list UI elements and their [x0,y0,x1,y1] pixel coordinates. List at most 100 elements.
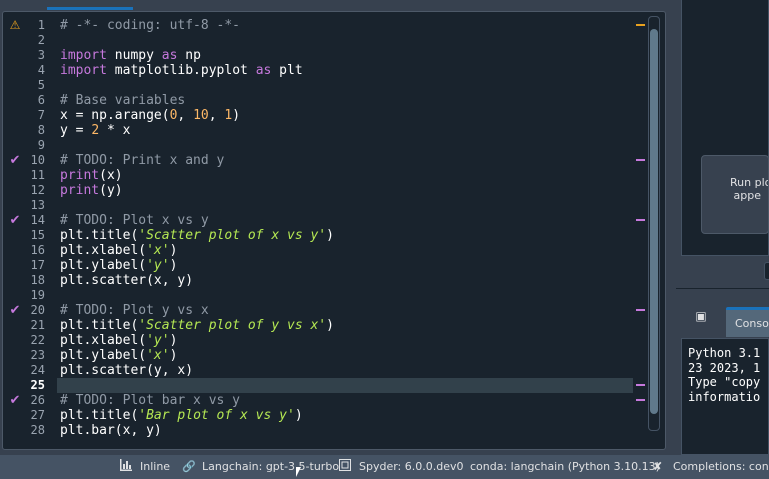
status-langchain[interactable]: Langchain: gpt-3.5-turbo [202,455,339,479]
scrollbar-flag-todo[interactable] [636,159,645,161]
code-token: 'Scatter plot of x vs y' [138,228,327,243]
line-number: 25 [30,378,45,392]
code-token: ) [326,228,334,243]
code-token: as [255,63,272,78]
line-number: 27 [30,408,45,422]
code-line[interactable]: print(y) [60,183,123,198]
code-token: 'Bar plot of x vs y' [138,408,295,423]
code-token: ) [169,333,178,348]
line-number: 18 [30,273,45,287]
todo-check-icon[interactable]: ✔ [8,393,22,408]
scrollbar-flag-warning[interactable] [636,24,645,26]
code-token: 'x' [146,348,170,363]
code-line[interactable]: plt.title('Scatter plot of x vs y') [60,228,334,243]
line-number: 23 [30,348,45,362]
console-output: Python 3.1 23 2023, 1 Type "copy informa… [688,346,761,404]
code-line[interactable]: plt.xlabel('x') [60,243,177,258]
line-number: 11 [30,168,45,182]
code-line[interactable]: # -*- coding: utf-8 -*- [60,18,240,33]
line-number: 28 [30,423,45,437]
code-token: x = np.arange( [60,108,170,123]
plots-empty-message: Run plot appe [701,155,769,234]
code-token: plt.title( [60,228,139,243]
code-token: ) [169,258,178,273]
code-token: import [60,48,107,63]
code-line[interactable]: import matplotlib.pyplot as plt [60,63,303,78]
code-line[interactable]: # TODO: Plot x vs y [60,213,209,228]
code-token: import [60,63,107,78]
code-line[interactable]: import numpy as np [60,48,201,63]
code-token: plt.bar(x, y) [60,423,162,438]
code-token: , [208,108,225,123]
code-line[interactable]: print(x) [60,168,123,183]
scrollbar-flag-current[interactable] [636,384,645,386]
code-line[interactable]: plt.scatter(y, x) [60,363,193,378]
browse-tabs-icon[interactable]: ▣ [693,309,709,323]
code-token: (x) [99,168,123,183]
code-token: plt.scatter(y, x) [60,363,194,378]
code-line[interactable]: x = np.arange(0, 10, 1) [60,108,240,123]
code-token: 10 [193,108,209,123]
code-token: np [177,48,201,63]
editor-tab-indicator[interactable] [47,7,133,10]
completions-icon: ✘ [653,460,663,473]
code-token: plt.xlabel( [60,243,147,258]
code-line[interactable]: plt.xlabel('y') [60,333,177,348]
status-inline[interactable]: Inline [140,455,170,479]
tab-console[interactable]: Console [726,307,769,337]
mouse-cursor-icon [296,467,304,477]
code-token: ) [294,408,303,423]
status-spyder-version[interactable]: Spyder: 6.0.0.dev0 [359,455,464,479]
scrollbar-flag-todo[interactable] [636,399,645,401]
code-token: plt.title( [60,318,139,333]
code-line[interactable]: plt.bar(x, y) [60,423,162,438]
code-line[interactable]: plt.ylabel('x') [60,348,177,363]
code-token: numpy [106,48,162,63]
code-token: , [177,108,194,123]
code-line[interactable]: plt.title('Bar plot of x vs y') [60,408,303,423]
spyder-icon [339,455,351,479]
code-token: plt.title( [60,408,139,423]
current-line-highlight [57,378,633,393]
status-conda-env[interactable]: conda: langchain (Python 3.10.13) [470,455,660,479]
todo-check-icon[interactable]: ✔ [8,303,22,318]
code-token: ) [169,243,178,258]
line-number: 3 [37,48,45,62]
code-token: 'y' [146,258,170,273]
code-token: * x [99,123,131,138]
code-token: 'y' [146,333,170,348]
line-number: 5 [37,78,45,92]
code-line[interactable]: # TODO: Print x and y [60,153,224,168]
line-number: 17 [30,258,45,272]
todo-check-icon[interactable]: ✔ [8,153,22,168]
code-token: # TODO: Plot x vs y [60,213,209,228]
bar-chart-icon [120,455,132,479]
code-line[interactable]: # TODO: Plot y vs x [60,303,209,318]
code-token: ) [169,348,178,363]
code-line[interactable]: y = 2 * x [60,123,130,138]
line-number: 9 [37,138,45,152]
code-line[interactable]: plt.scatter(x, y) [60,273,193,288]
code-token: plt.ylabel( [60,258,147,273]
line-number: 6 [37,93,45,107]
code-token: print [60,183,100,198]
scrollbar-flag-todo[interactable] [636,309,645,311]
code-token: y = [60,123,92,138]
scrollbar-flag-todo[interactable] [636,219,645,221]
code-line[interactable]: # Base variables [60,93,185,108]
code-line[interactable]: plt.title('Scatter plot of y vs x') [60,318,334,333]
line-number: 24 [30,363,45,377]
code-token: ) [326,318,334,333]
code-line[interactable]: plt.ylabel('y') [60,258,177,273]
line-number: 21 [30,318,45,332]
pane-separator-horizontal [676,288,769,289]
line-number: 22 [30,333,45,347]
plots-button[interactable] [764,262,769,280]
code-token: # Base variables [60,93,186,108]
todo-check-icon[interactable]: ✔ [8,213,22,228]
line-number: 15 [30,228,45,242]
code-line[interactable]: # TODO: Plot bar x vs y [60,393,240,408]
warning-icon[interactable]: ⚠ [8,18,22,33]
status-completions[interactable]: Completions: conda [673,455,769,479]
editor-scrollbar-thumb[interactable] [650,29,658,414]
